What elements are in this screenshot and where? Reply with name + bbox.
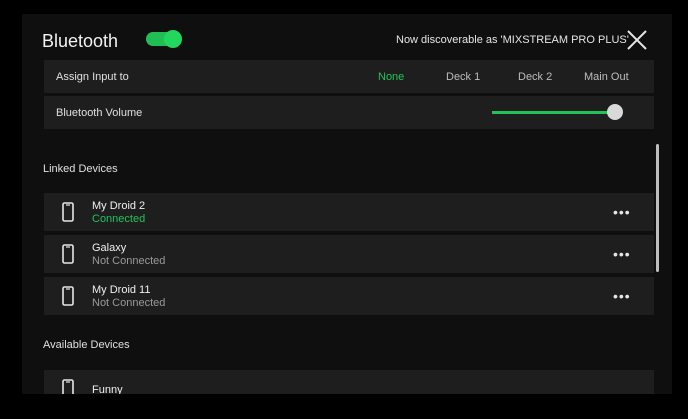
device-name: My Droid 2 (92, 200, 146, 212)
option-none[interactable]: None (378, 71, 404, 83)
bluetooth-volume-label: Bluetooth Volume (56, 107, 143, 119)
more-options-icon[interactable]: ••• (613, 246, 631, 262)
device-status: Not Connected (92, 255, 166, 267)
phone-icon (62, 286, 74, 311)
device-name: Funny (92, 384, 123, 394)
more-options-icon[interactable]: ••• (613, 204, 631, 220)
toggle-knob (164, 30, 182, 48)
phone-icon (62, 379, 74, 394)
more-options-icon[interactable]: ••• (613, 288, 631, 304)
scrollbar[interactable] (656, 144, 659, 272)
phone-icon (62, 244, 74, 269)
device-name: My Droid 11 (92, 284, 151, 296)
assign-input-row: Assign Input to None Deck 1 Deck 2 Main … (44, 60, 654, 93)
linked-device-item[interactable]: My Droid 11 Not Connected ••• (44, 277, 654, 315)
option-deck-2[interactable]: Deck 2 (518, 71, 552, 83)
device-name: Galaxy (92, 242, 127, 254)
linked-devices-heading: Linked Devices (43, 163, 118, 175)
available-device-item[interactable]: Funny (44, 370, 654, 394)
phone-icon (62, 202, 74, 227)
linked-device-item[interactable]: Galaxy Not Connected ••• (44, 235, 654, 273)
bluetooth-panel: Bluetooth Now discoverable as 'MIXSTREAM… (22, 14, 672, 394)
volume-slider-thumb[interactable] (607, 104, 623, 120)
option-main-out[interactable]: Main Out (584, 71, 629, 83)
page-title: Bluetooth (42, 31, 119, 51)
volume-slider-track[interactable] (492, 111, 618, 114)
option-deck-1[interactable]: Deck 1 (446, 71, 480, 83)
bluetooth-toggle[interactable] (146, 30, 182, 48)
device-status: Not Connected (92, 297, 166, 309)
available-devices-heading: Available Devices (43, 339, 130, 351)
discoverable-status: Now discoverable as 'MIXSTREAM PRO PLUS' (396, 34, 629, 46)
close-icon[interactable] (626, 29, 648, 51)
assign-input-label: Assign Input to (56, 71, 129, 83)
linked-device-item[interactable]: My Droid 2 Connected ••• (44, 193, 654, 231)
device-status: Connected (92, 213, 146, 225)
bluetooth-volume-row: Bluetooth Volume (44, 96, 654, 129)
